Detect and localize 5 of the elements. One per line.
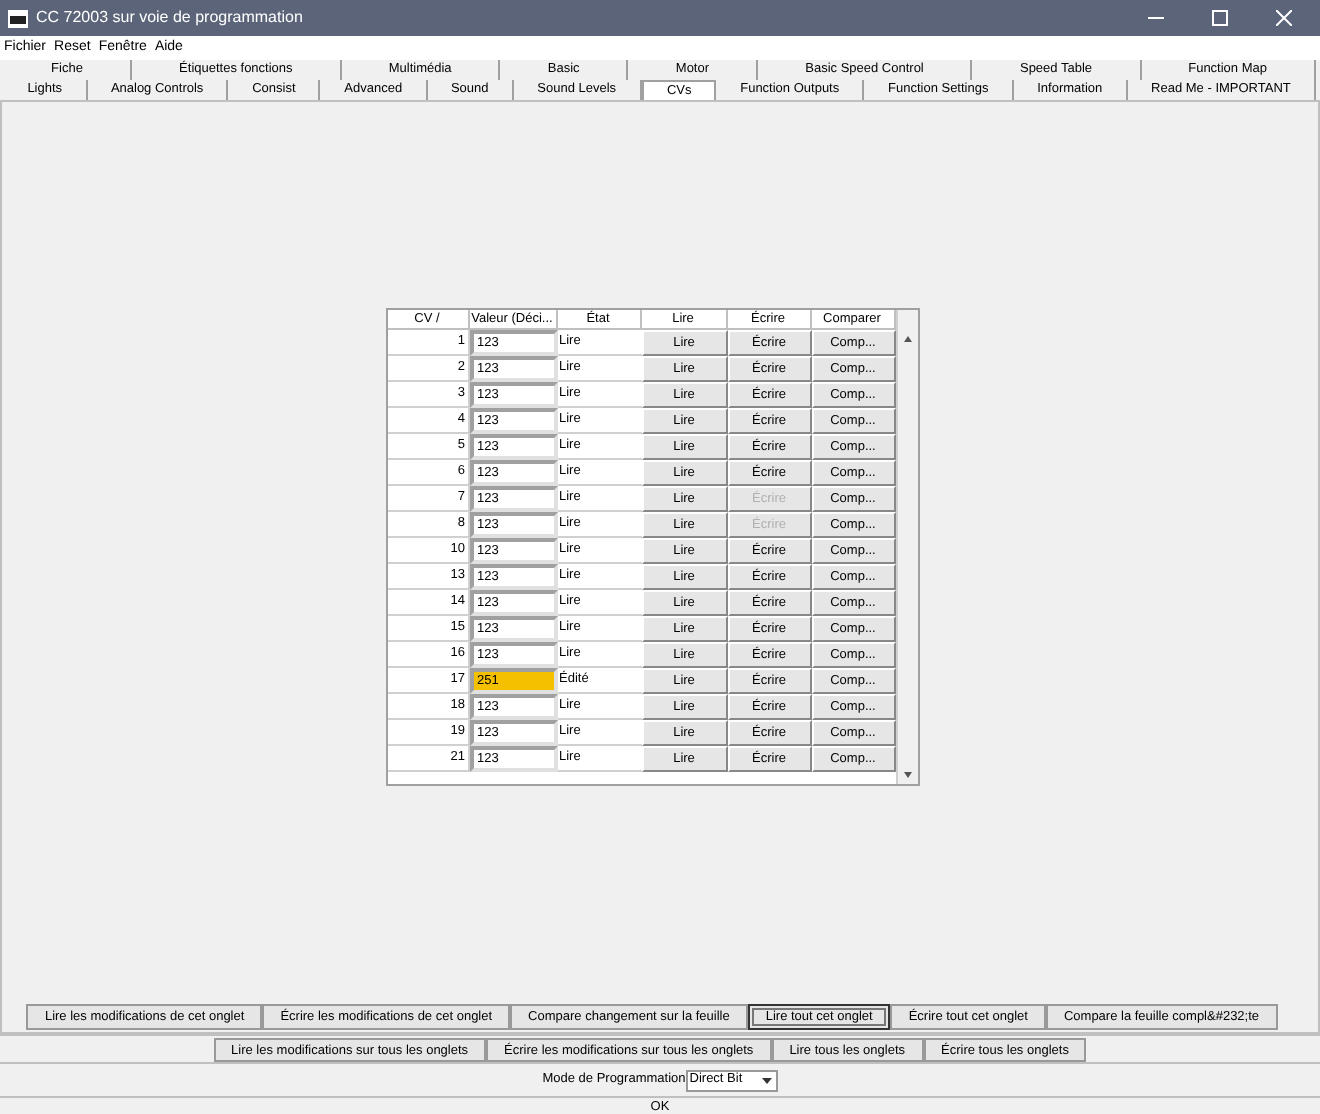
window-title: CC 72003 sur voie de programmation <box>36 6 305 30</box>
scrollbar[interactable] <box>895 310 917 784</box>
app-icon <box>8 9 28 27</box>
close-icon[interactable] <box>1276 10 1292 26</box>
maximize-icon[interactable] <box>1212 10 1228 26</box>
